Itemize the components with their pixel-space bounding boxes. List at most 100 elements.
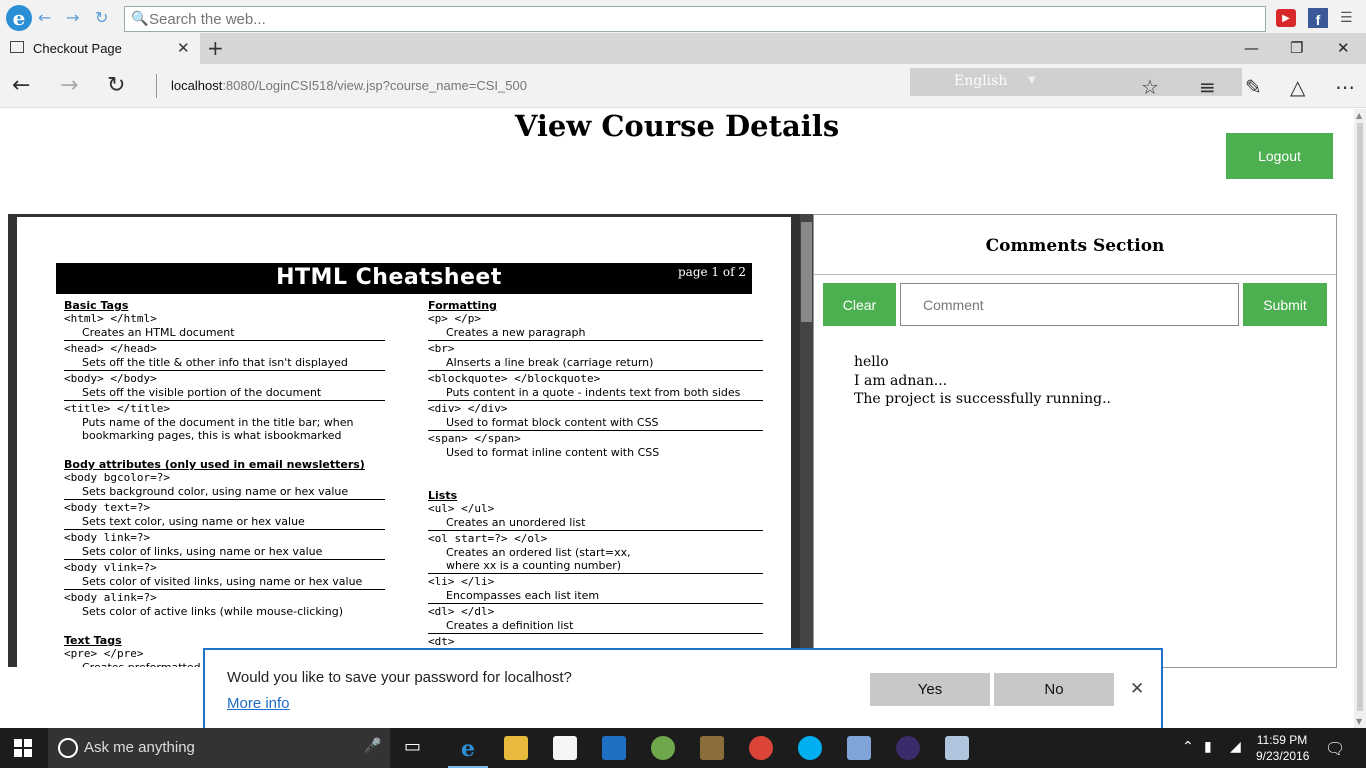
comment-list: hello I am adnan... The project is succe…	[854, 353, 1111, 409]
entry-tag: <body vlink=?>	[64, 561, 157, 574]
search-icon: 🔍	[131, 11, 149, 27]
app-icon-earth[interactable]	[651, 736, 675, 760]
more-icon[interactable]: ⋯	[1335, 75, 1355, 99]
section-name: Lists	[428, 489, 458, 502]
entry-tag: <body text=?>	[64, 501, 151, 514]
pdf-page: HTML Cheatsheet page 1 of 2 Basic Tags <h…	[17, 217, 791, 667]
pdf-scrollbar[interactable]	[800, 214, 813, 667]
entry-tag: <body bgcolor=?>	[64, 471, 170, 484]
address-divider	[156, 74, 157, 98]
refresh-mini-icon[interactable]: ↻	[95, 8, 108, 27]
file-explorer-icon[interactable]	[504, 736, 528, 760]
system-clock[interactable]: 11:59 PM 9/23/2016	[1256, 732, 1310, 764]
tab-bar: Checkout Page ✕ + — ❐ ✕	[0, 33, 1366, 64]
cheatsheet-entry: <body> </body> Sets off the visible porti…	[64, 372, 385, 401]
cortana-icon	[58, 738, 78, 758]
cheatsheet-entry: <li> </li> Encompasses each list item	[428, 575, 763, 604]
entry-tag: <blockquote> </blockquote>	[428, 372, 601, 385]
entry-description: where xx is a counting number)	[446, 559, 622, 572]
favorites-star-icon[interactable]: ☆	[1141, 75, 1159, 99]
address-bar: ← → ↻ localhost:8080/LoginCSI518/view.js…	[0, 64, 1366, 108]
section-name: Text Tags	[64, 634, 122, 647]
skype-icon[interactable]	[798, 736, 822, 760]
notepad-icon[interactable]	[847, 736, 871, 760]
entry-tag: <dl> </dl>	[428, 605, 495, 618]
entry-description: Encompasses each list item	[446, 589, 600, 602]
submit-button[interactable]: Submit	[1243, 283, 1327, 326]
web-note-icon[interactable]: ✎	[1245, 75, 1262, 99]
entry-tag: <head> </head>	[64, 342, 157, 355]
back-mini-icon[interactable]: ←	[38, 8, 51, 27]
url-field[interactable]: localhost:8080/LoginCSI518/view.jsp?cour…	[171, 78, 527, 93]
language-select[interactable]: English	[954, 73, 1007, 89]
scroll-down-icon[interactable]: ▼	[1356, 717, 1362, 726]
logout-button[interactable]: Logout	[1226, 133, 1333, 179]
pdf-scroll-thumb[interactable]	[801, 222, 812, 322]
cheatsheet-entry: <head> </head> Sets off the title & other…	[64, 342, 385, 371]
eclipse-icon[interactable]	[896, 736, 920, 760]
clear-button[interactable]: Clear	[823, 283, 896, 326]
minimize-icon[interactable]: —	[1244, 39, 1259, 57]
page-scrollbar[interactable]: ▲ ▼	[1354, 109, 1366, 728]
close-prompt-icon[interactable]: ✕	[1130, 679, 1144, 699]
close-tab-icon[interactable]: ✕	[177, 39, 190, 57]
wifi-icon[interactable]: ◢	[1230, 739, 1241, 755]
notifications-icon[interactable]: 🗨	[1325, 739, 1345, 758]
yes-button[interactable]: Yes	[870, 673, 990, 706]
edge-icon[interactable]: e	[456, 736, 480, 762]
page-title: View Course Details	[514, 109, 840, 143]
no-button[interactable]: No	[994, 673, 1114, 706]
facebook-icon[interactable]: f	[1308, 8, 1328, 28]
tab-checkout-page[interactable]: Checkout Page ✕	[0, 33, 200, 64]
battery-icon[interactable]: ▮	[1204, 739, 1212, 755]
more-info-link[interactable]: More info	[227, 695, 290, 712]
pdf-viewer[interactable]: HTML Cheatsheet page 1 of 2 Basic Tags <h…	[8, 214, 813, 667]
chevron-up-icon[interactable]: ⌃	[1182, 739, 1194, 755]
chevron-down-icon[interactable]: ▼	[1028, 75, 1036, 86]
web-search-box[interactable]: 🔍	[124, 6, 1266, 32]
entry-description: Used to format inline content with CSS	[446, 446, 660, 459]
security-icon[interactable]	[602, 736, 626, 760]
restore-icon[interactable]: ❐	[1290, 39, 1303, 57]
url-host: localhost	[171, 78, 223, 93]
paint-icon[interactable]	[945, 736, 969, 760]
clock-date: 9/23/2016	[1256, 749, 1310, 763]
page-scroll-thumb[interactable]	[1357, 123, 1363, 711]
entry-tag: <li> </li>	[428, 575, 495, 588]
sublime-text-icon[interactable]	[700, 736, 724, 760]
section-name: Body attributes	[64, 458, 161, 471]
new-tab-icon[interactable]: +	[207, 36, 224, 60]
entry-description: Puts content in a quote - indents text f…	[446, 386, 741, 399]
hub-icon[interactable]: ≡	[1199, 75, 1216, 99]
scroll-up-icon[interactable]: ▲	[1356, 111, 1362, 120]
refresh-icon[interactable]: ↻	[107, 73, 125, 98]
entry-description: Puts name of the document in the title b…	[82, 416, 354, 429]
share-icon[interactable]: △	[1290, 75, 1305, 99]
cheatsheet-section-title: Text Tags	[64, 634, 385, 647]
entry-description: Creates a definition list	[446, 619, 574, 632]
task-view-icon[interactable]: ▭	[404, 736, 421, 757]
entry-description: Sets text color, using name or hex value	[82, 515, 305, 528]
youtube-icon[interactable]: ▶	[1276, 9, 1296, 27]
store-icon[interactable]	[553, 736, 577, 760]
forward-icon[interactable]: →	[60, 73, 78, 98]
chrome-icon[interactable]	[749, 736, 773, 760]
cheatsheet-entry: <body bgcolor=?> Sets background color, u…	[64, 471, 385, 500]
web-search-input[interactable]	[149, 8, 1249, 30]
back-icon[interactable]: ←	[12, 73, 30, 98]
cheatsheet-title: HTML Cheatsheet	[276, 265, 502, 290]
entry-tag: <dt>	[428, 635, 455, 648]
cortana-search[interactable]: Ask me anything 🎤	[48, 728, 390, 768]
clock-time: 11:59 PM	[1256, 733, 1308, 747]
section-name: Formatting	[428, 299, 497, 312]
toolbar-menu-icon[interactable]: ☰	[1340, 10, 1353, 26]
comment-input[interactable]	[900, 283, 1239, 326]
comment-item: hello	[854, 354, 889, 370]
close-window-icon[interactable]: ✕	[1337, 39, 1350, 57]
ie-logo-icon[interactable]: e	[6, 5, 32, 31]
windows-start-icon[interactable]	[14, 739, 32, 757]
forward-mini-icon[interactable]: →	[66, 8, 79, 27]
microphone-icon[interactable]: 🎤	[364, 738, 381, 754]
entry-tag: <title> </title>	[64, 402, 170, 415]
